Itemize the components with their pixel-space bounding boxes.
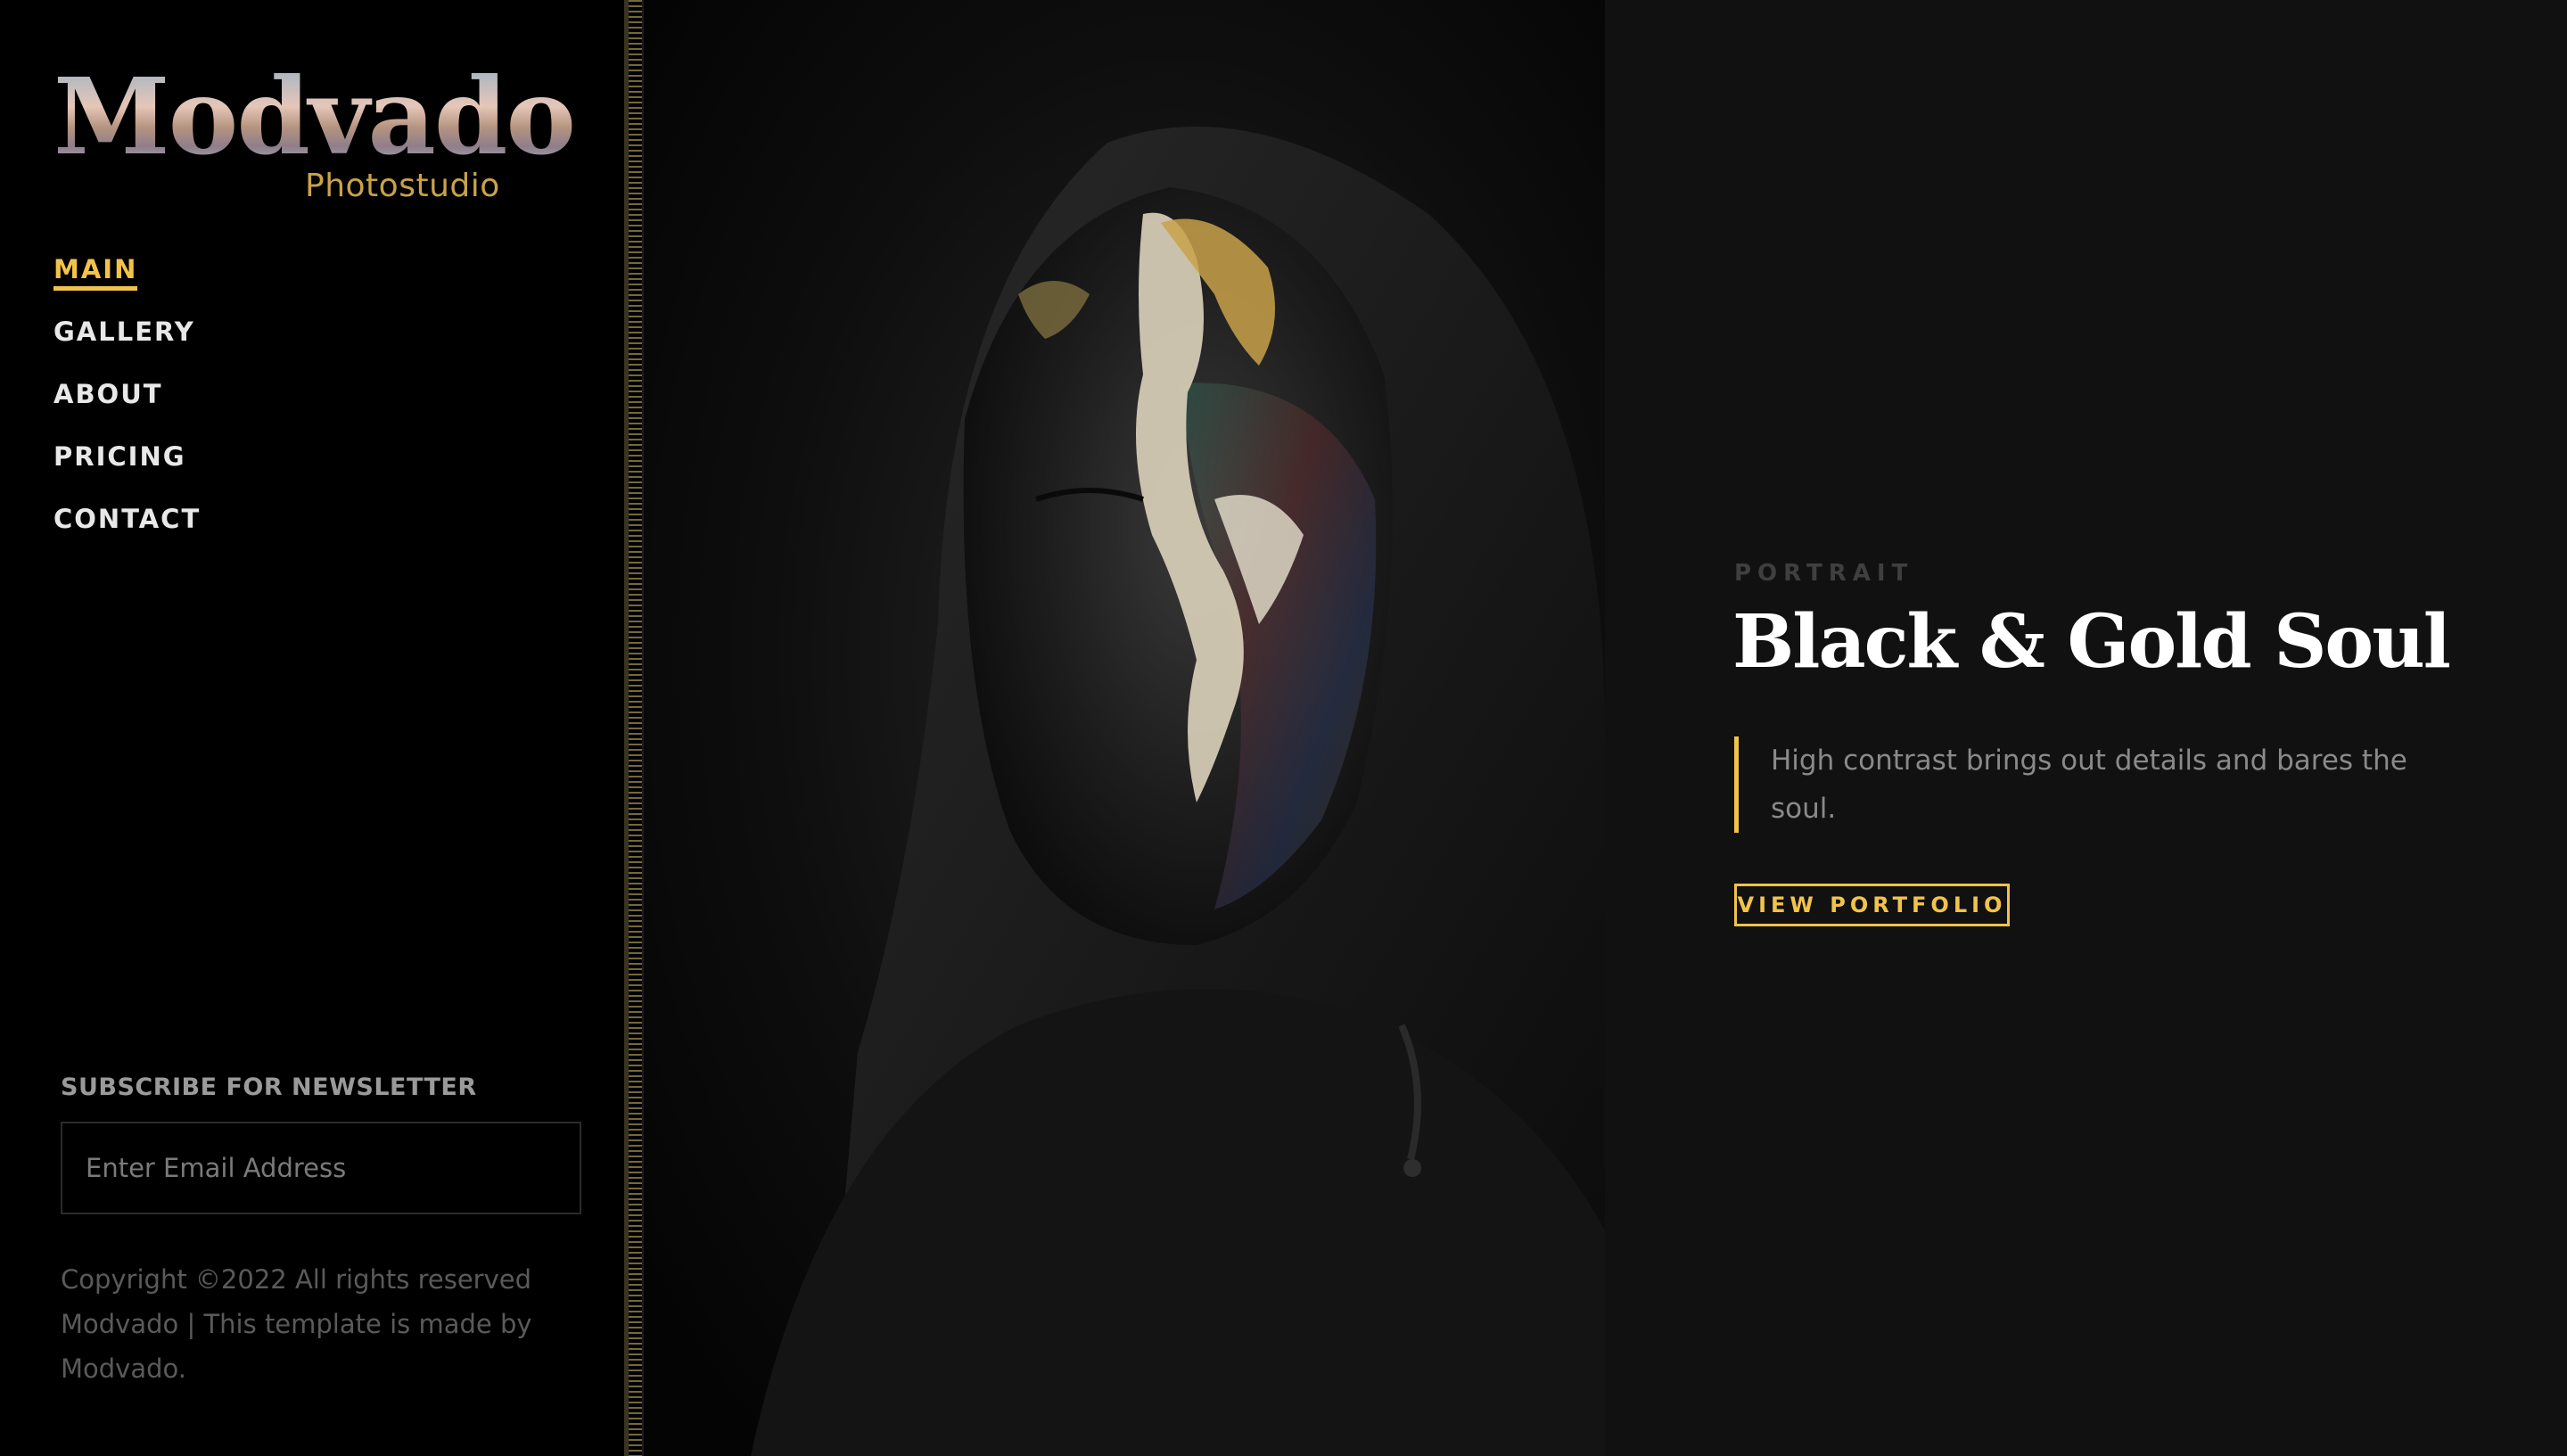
nav-item-gallery[interactable]: GALLERY [53,314,201,376]
nav-item-about[interactable]: ABOUT [53,376,201,439]
feature-panel: PORTRAIT Black & Gold Soul High contrast… [1605,0,2567,1456]
nav-item-label: PRICING [53,441,186,472]
nav-item-main[interactable]: MAIN [53,251,201,314]
sidebar: Modvado Photostudio MAIN GALLERY ABOUT P… [0,0,624,1456]
copyright-text: Copyright ©2022 All rights reserved Modv… [61,1264,532,1384]
nav-item-label: ABOUT [53,379,163,409]
feature-description: High contrast brings out details and bar… [1734,736,2412,833]
newsletter-label: SUBSCRIBE FOR NEWSLETTER [61,1073,477,1101]
brand-subtitle: Photostudio [305,168,500,204]
hero-portrait-image [644,0,1605,1456]
nav-item-label: CONTACT [53,504,202,534]
newsletter-email-input[interactable] [61,1122,581,1214]
decorative-ruler [624,0,644,1456]
nav-item-pricing[interactable]: PRICING [53,439,201,501]
brand-logo[interactable]: Modvado [53,64,576,169]
nav-item-label: MAIN [53,252,138,291]
nav-item-contact[interactable]: CONTACT [53,501,201,563]
main-nav: MAIN GALLERY ABOUT PRICING CONTACT [53,251,201,563]
category-label: PORTRAIT [1734,560,1914,587]
portrait-illustration [644,0,1605,1456]
nav-item-label: GALLERY [53,317,195,347]
feature-title: Black & Gold Soul [1732,599,2451,685]
view-portfolio-button[interactable]: VIEW PORTFOLIO [1734,884,2010,926]
